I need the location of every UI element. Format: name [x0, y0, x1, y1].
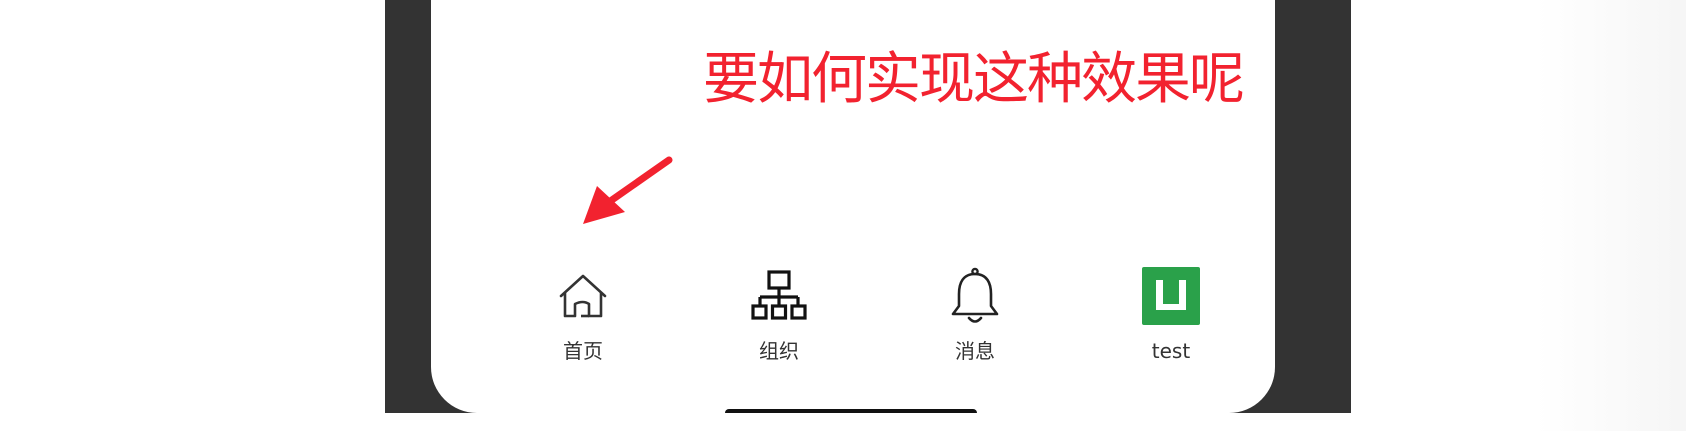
screenshot-stage: 要如何实现这种效果呢 首页 组织 消息 test — [0, 0, 1686, 431]
bottom-tab-bar: 首页 组织 消息 test — [431, 264, 1275, 374]
tab-organization[interactable]: 组织 — [719, 264, 839, 374]
tab-home[interactable]: 首页 — [523, 264, 643, 374]
org-chart-icon — [751, 270, 807, 320]
home-icon — [559, 274, 607, 318]
annotation-arrow-icon — [583, 156, 673, 224]
tab-messages[interactable]: 消息 — [915, 264, 1035, 374]
tab-home-label: 首页 — [563, 339, 603, 363]
phone-screen: 要如何实现这种效果呢 首页 组织 消息 test — [431, 0, 1275, 413]
tab-test-label: test — [1151, 339, 1191, 363]
app-logo-icon — [1142, 267, 1200, 325]
phone-frame: 要如何实现这种效果呢 首页 组织 消息 test — [385, 0, 1351, 413]
bell-icon — [951, 267, 999, 323]
annotation-question: 要如何实现这种效果呢 — [703, 47, 1245, 112]
home-indicator[interactable] — [725, 409, 977, 413]
tab-organization-label: 组织 — [759, 339, 799, 363]
tab-test[interactable]: test — [1111, 264, 1231, 374]
tab-messages-label: 消息 — [955, 339, 995, 363]
background-shadow — [1536, 0, 1686, 431]
